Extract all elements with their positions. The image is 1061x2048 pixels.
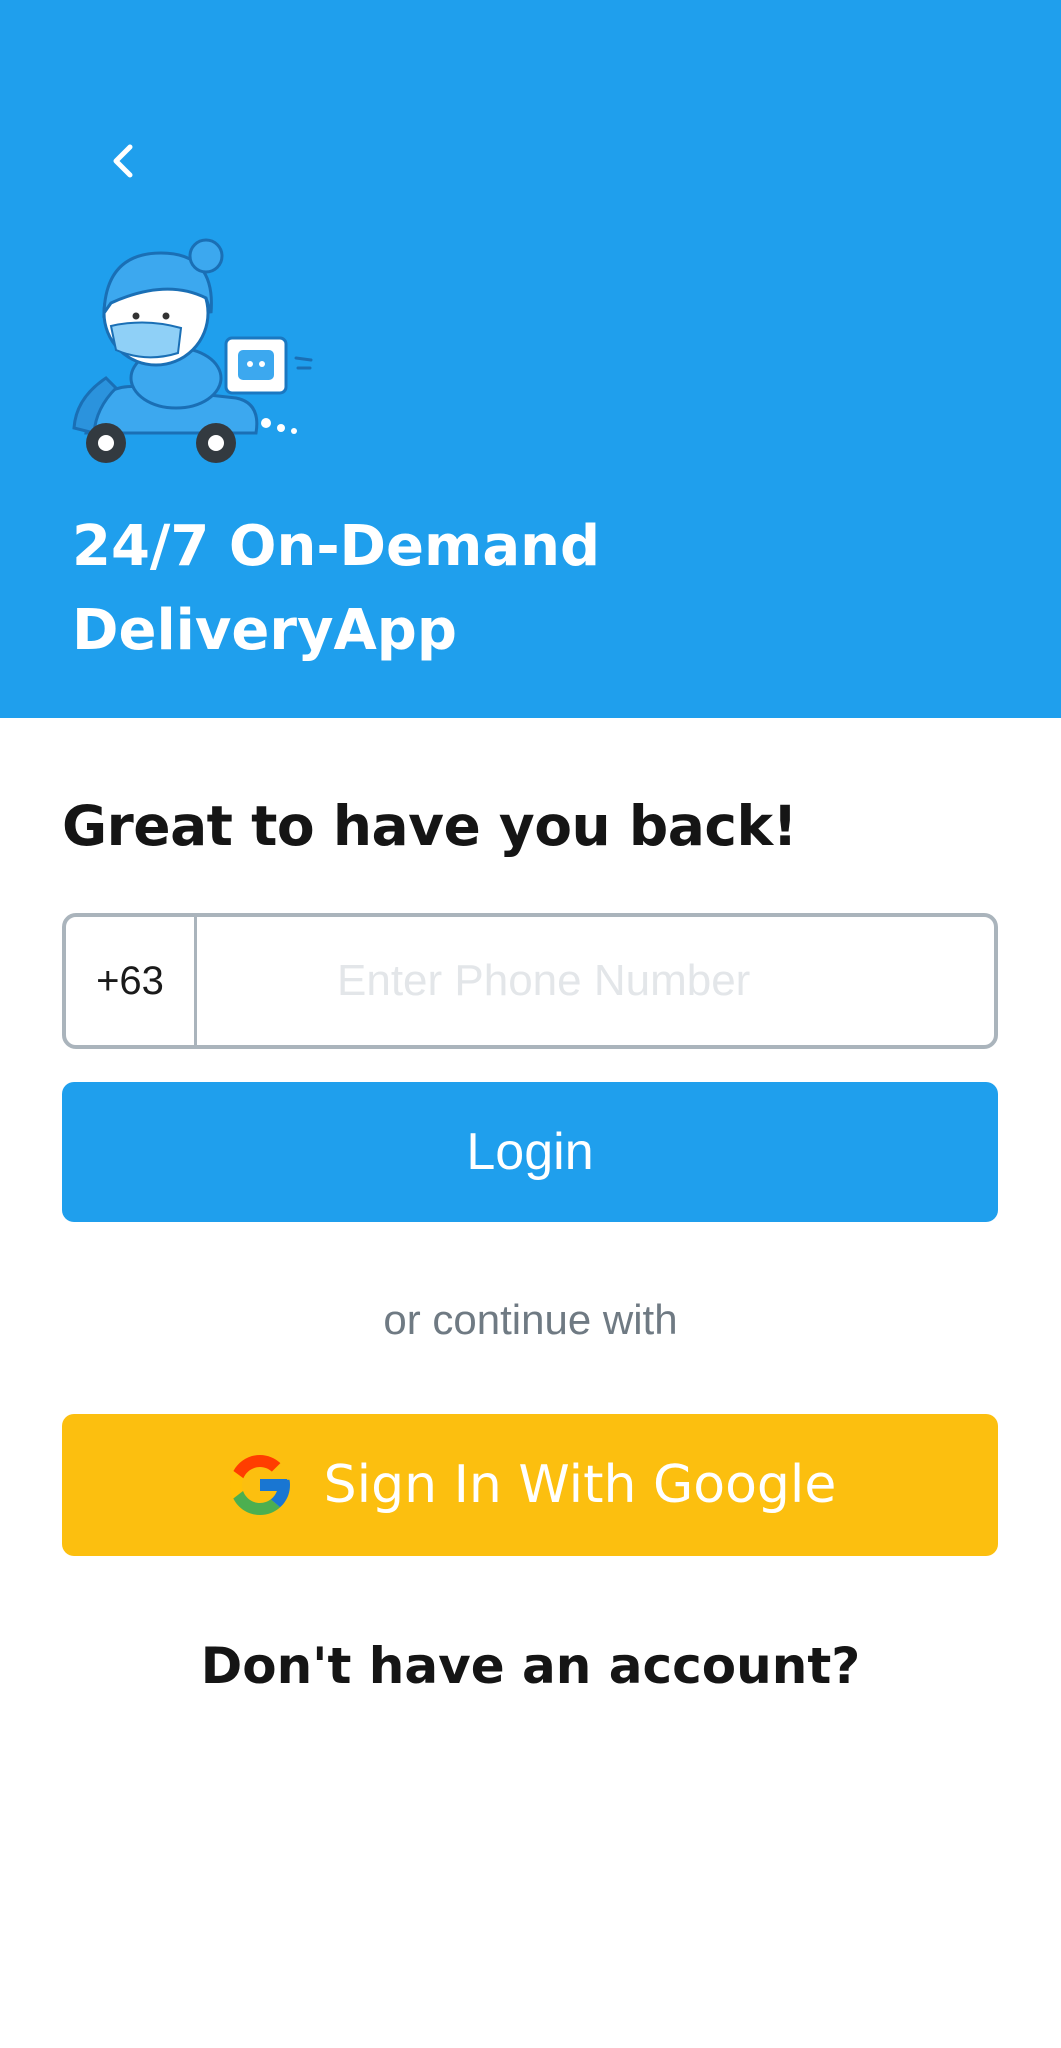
welcome-heading: Great to have you back! bbox=[62, 794, 798, 858]
login-screen: 24/7 On-Demand DeliveryApp Great to have… bbox=[0, 0, 1061, 2048]
header-banner: 24/7 On-Demand DeliveryApp bbox=[0, 0, 1061, 718]
google-sign-in-label: Sign In With Google bbox=[323, 1455, 837, 1515]
google-sign-in-button[interactable]: Sign In With Google bbox=[62, 1414, 998, 1556]
phone-field: +63 bbox=[62, 913, 998, 1049]
app-title-line-1: 24/7 On-Demand bbox=[72, 514, 601, 579]
app-title-line-2: DeliveryApp bbox=[72, 598, 457, 663]
delivery-scooter-mascot-icon bbox=[66, 228, 326, 468]
back-button[interactable] bbox=[98, 135, 150, 187]
login-button[interactable]: Login bbox=[62, 1082, 998, 1222]
chevron-left-icon bbox=[113, 144, 133, 178]
signup-link[interactable]: Don't have an account? bbox=[0, 1628, 1061, 1704]
app-title: 24/7 On-Demand DeliveryApp bbox=[72, 505, 772, 673]
google-g-icon bbox=[224, 1449, 296, 1521]
or-continue-with-text: or continue with bbox=[383, 1296, 678, 1343]
country-code-selector[interactable]: +63 bbox=[66, 917, 197, 1045]
phone-number-input[interactable] bbox=[197, 917, 994, 1045]
